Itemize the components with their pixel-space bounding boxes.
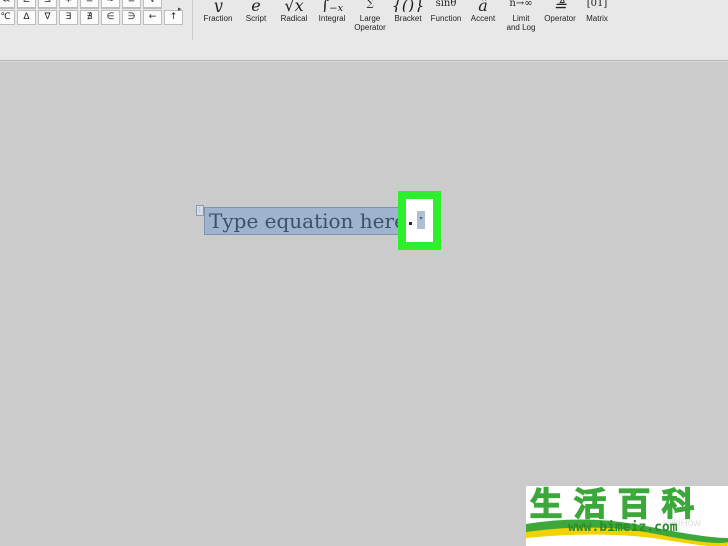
operator-button[interactable]: ≜ Operator — [541, 0, 579, 40]
large-operator-icon: ∑ — [366, 0, 374, 9]
symbol-button[interactable]: ∇ — [38, 10, 57, 25]
accent-label: Accent — [470, 14, 496, 23]
watermark-url: www.bimeiz.com — [568, 520, 678, 535]
ribbon-shadow — [0, 61, 728, 62]
symbol-button[interactable]: Δ — [17, 10, 36, 25]
symbol-button[interactable]: ∓ — [59, 0, 78, 8]
radical-label: Radical — [280, 14, 308, 23]
symbol-row-3: ℃ Δ ∇ ∃ ∄ ∈ ∋ ← ↑ — [0, 10, 185, 25]
bracket-label: Bracket — [394, 14, 422, 23]
symbol-button[interactable]: ∄ — [80, 10, 99, 25]
function-icon: sinθ — [435, 0, 457, 9]
symbol-button[interactable]: ∀ — [143, 0, 162, 8]
fraction-icon: y — [213, 0, 223, 12]
green-highlight-box — [398, 191, 441, 250]
integral-icon: ∫₋ₓ — [320, 0, 344, 12]
accent-icon: ä — [478, 0, 488, 12]
symbol-button[interactable]: ∋ — [122, 10, 141, 25]
ribbon-divider — [192, 0, 193, 40]
operator-icon: ≜ — [553, 0, 567, 12]
symbol-button[interactable]: ≡ — [122, 0, 141, 8]
symbol-button[interactable]: ≈ — [101, 0, 120, 8]
bracket-icon: {()} — [391, 0, 425, 12]
symbol-row-2: ≪ ≥ ≤ ∓ ≅ ≈ ≡ ∀ — [0, 0, 164, 8]
matrix-label: Matrix — [586, 14, 608, 23]
equation-field[interactable]: Type equation here. — [204, 207, 426, 235]
integral-label: Integral — [318, 14, 346, 23]
accent-button[interactable]: ä Accent — [466, 0, 500, 40]
symbol-button[interactable]: ≪ — [0, 0, 15, 8]
radical-button[interactable]: √x Radical — [276, 0, 312, 40]
function-label: Function — [430, 14, 462, 23]
watermark: 生活百科 wikiHow www.bimeiz.com — [526, 486, 728, 546]
limit-icon: n→∞ — [509, 0, 533, 9]
fraction-label: Fraction — [203, 14, 233, 23]
operator-label: Operator — [544, 14, 576, 23]
integral-button[interactable]: ∫₋ₓ Integral — [314, 0, 350, 40]
function-button[interactable]: sinθ Function — [427, 0, 465, 40]
gallery-more-arrow-icon[interactable]: ▸ — [178, 5, 182, 13]
symbol-button[interactable]: ∃ — [59, 10, 78, 25]
symbol-button[interactable]: ≤ — [38, 0, 57, 8]
bracket-button[interactable]: {()} Bracket — [390, 0, 426, 40]
equation-placeholder: Type equation here. — [209, 209, 413, 233]
large-operator-label: Large Operator — [354, 14, 386, 32]
limit-and-log-label: Limit and Log — [506, 14, 536, 32]
limit-and-log-button[interactable]: n→∞ Limit and Log — [502, 0, 540, 40]
symbol-button[interactable]: ← — [143, 10, 162, 25]
fraction-button[interactable]: y Fraction — [200, 0, 236, 40]
symbol-button[interactable]: ℃ — [0, 10, 15, 25]
script-icon: e — [251, 0, 261, 12]
matrix-icon: [01] — [586, 0, 608, 9]
symbol-button[interactable]: ≥ — [17, 0, 36, 8]
script-label: Script — [245, 14, 267, 23]
symbol-button[interactable]: ≅ — [80, 0, 99, 8]
equation-ribbon: ± ∞ = ≠ ~ × ÷ ! ≪ ≥ ≤ ∓ ≅ ≈ ≡ ∀ ℃ Δ ∇ ∃ … — [0, 0, 728, 61]
matrix-button[interactable]: [01] Matrix — [580, 0, 614, 40]
symbol-button[interactable]: ∈ — [101, 10, 120, 25]
equation-drag-handle[interactable]: ⋮⋮ — [196, 205, 207, 216]
script-button[interactable]: e Script — [238, 0, 274, 40]
radical-icon: √x — [284, 0, 304, 12]
large-operator-button[interactable]: ∑ Large Operator — [350, 0, 390, 40]
